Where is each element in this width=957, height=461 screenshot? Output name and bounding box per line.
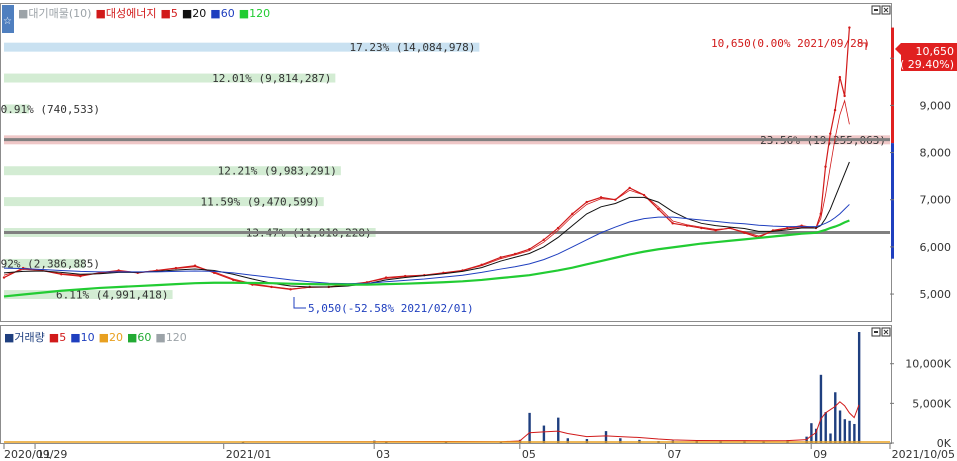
price-legend-marker: ■ [239,7,249,20]
x-tick-label: 2020/09/29 [4,448,67,461]
price-point [556,226,560,230]
price-legend-label[interactable]: 20 [192,7,206,20]
supply-band-label: 12.01% (9,814,287) [212,72,331,85]
price-point [833,108,837,112]
current-price-tag-notch [895,43,901,55]
x-tick-label: 11 [37,448,51,461]
price-legend-marker: ■ [18,7,28,20]
supply-band-label: 17.23% (14,084,978) [350,41,476,54]
volume-bar [843,419,847,443]
price-legend-marker: ■ [182,7,192,20]
volume-bar [857,332,861,443]
volume-legend-label[interactable]: 60 [137,331,151,344]
max-annotation-text: 10,650(0.00% 2021/09/28) [711,37,870,50]
price-legend-marker: ■ [95,7,105,20]
price-point [542,238,545,242]
current-price-change: ( 29.40%) [900,58,954,71]
supply-band-label: 11.59% (9,470,599) [201,196,320,209]
volume-bar [528,412,531,443]
price-y-tick-label: 8,000 [920,147,952,160]
volume-y-tick-label: 5,000K [912,397,951,410]
price-y-tick-label: 7,000 [920,194,952,207]
max-annotation: 10,650(0.00% 2021/09/28) [711,37,870,50]
volume-legend-label[interactable]: 5 [59,331,66,344]
stock-chart[interactable]: 13.47% (11,010,228)11.59% (9,470,599)12.… [0,0,957,461]
volume-legend-marker: ■ [4,331,14,344]
price-y-tick-label: 6,000 [920,241,952,254]
x-tick-label: 2021/01 [226,448,272,461]
volume-legend-marker: ■ [155,331,165,344]
price-legend-label[interactable]: 60 [221,7,235,20]
volume-bar [542,425,546,443]
price-legend-marker: ■ [160,7,170,20]
volume-legend-label[interactable]: 120 [166,331,187,344]
price-legend-label[interactable]: 120 [249,7,270,20]
price-point [585,200,588,204]
min-annotation-text: 5,050(-52.58% 2021/02/01) [308,302,474,315]
price-point [657,207,660,211]
price-y-tick-label: 5,000 [920,288,952,301]
price-range-up-bar [891,27,894,144]
volume-legend-label[interactable]: 20 [109,331,123,344]
x-tick-label: 2021/10/05 [892,448,955,461]
current-price-tag: 10,650 ( 29.40%) [895,43,957,71]
price-point [843,94,846,98]
volume-legend-marker: ■ [99,331,109,344]
supply-band-label: 0.91% (740,533) [1,103,100,116]
price-point [2,276,6,279]
volume-bar [848,420,851,443]
x-tick-label: 03 [376,448,390,461]
volume-panel-minimize-bar [874,331,878,333]
price-range-down-bar [891,143,894,259]
volume-bar [810,423,813,443]
x-tick-label: 05 [522,448,536,461]
volume-y-tick-label: 10,000K [905,358,951,371]
svg-text:■대기매물(10)■대성에너지■5■20■60■120: ■대기매물(10) ■대성에너지 ■5 ■20 ■60 ■120 [18,7,270,20]
volume-legend-marker: ■ [127,331,137,344]
price-legend-label[interactable]: 대성에너지 [106,7,157,20]
price-legend-marker: ■ [210,7,220,20]
volume-bar [824,412,827,443]
volume-bar [838,410,842,443]
current-price-label: 10,650 [916,45,955,58]
price-point [599,196,603,199]
volume-bar [834,392,837,443]
volume-legend-marker: ■ [49,331,59,344]
volume-bar [853,423,856,443]
price-y-tick-label: 9,000 [920,99,952,112]
price-point [628,186,631,190]
chart-menu-glyph: ☆ [3,16,12,27]
price-point [838,75,842,79]
price-point [824,165,827,168]
price-point [671,222,674,225]
volume-bar [557,417,560,443]
price-panel-minimize-bar [874,9,878,11]
supply-band-label: 12.21% (9,983,291) [218,165,337,178]
x-tick-label: 09 [813,448,827,461]
price-legend-label[interactable]: 5 [171,7,178,20]
price-legend-label[interactable]: 대기매물(10) [28,7,91,20]
volume-legend-label[interactable]: 10 [81,331,95,344]
volume-bar [604,431,608,443]
volume-legend-label[interactable]: 거래량 [14,331,44,344]
price-point [829,132,832,135]
price-point [571,212,574,216]
volume-bar [819,374,823,443]
x-tick-label: 07 [668,448,682,461]
volume-legend-marker: ■ [70,331,80,344]
price-point [848,26,851,29]
